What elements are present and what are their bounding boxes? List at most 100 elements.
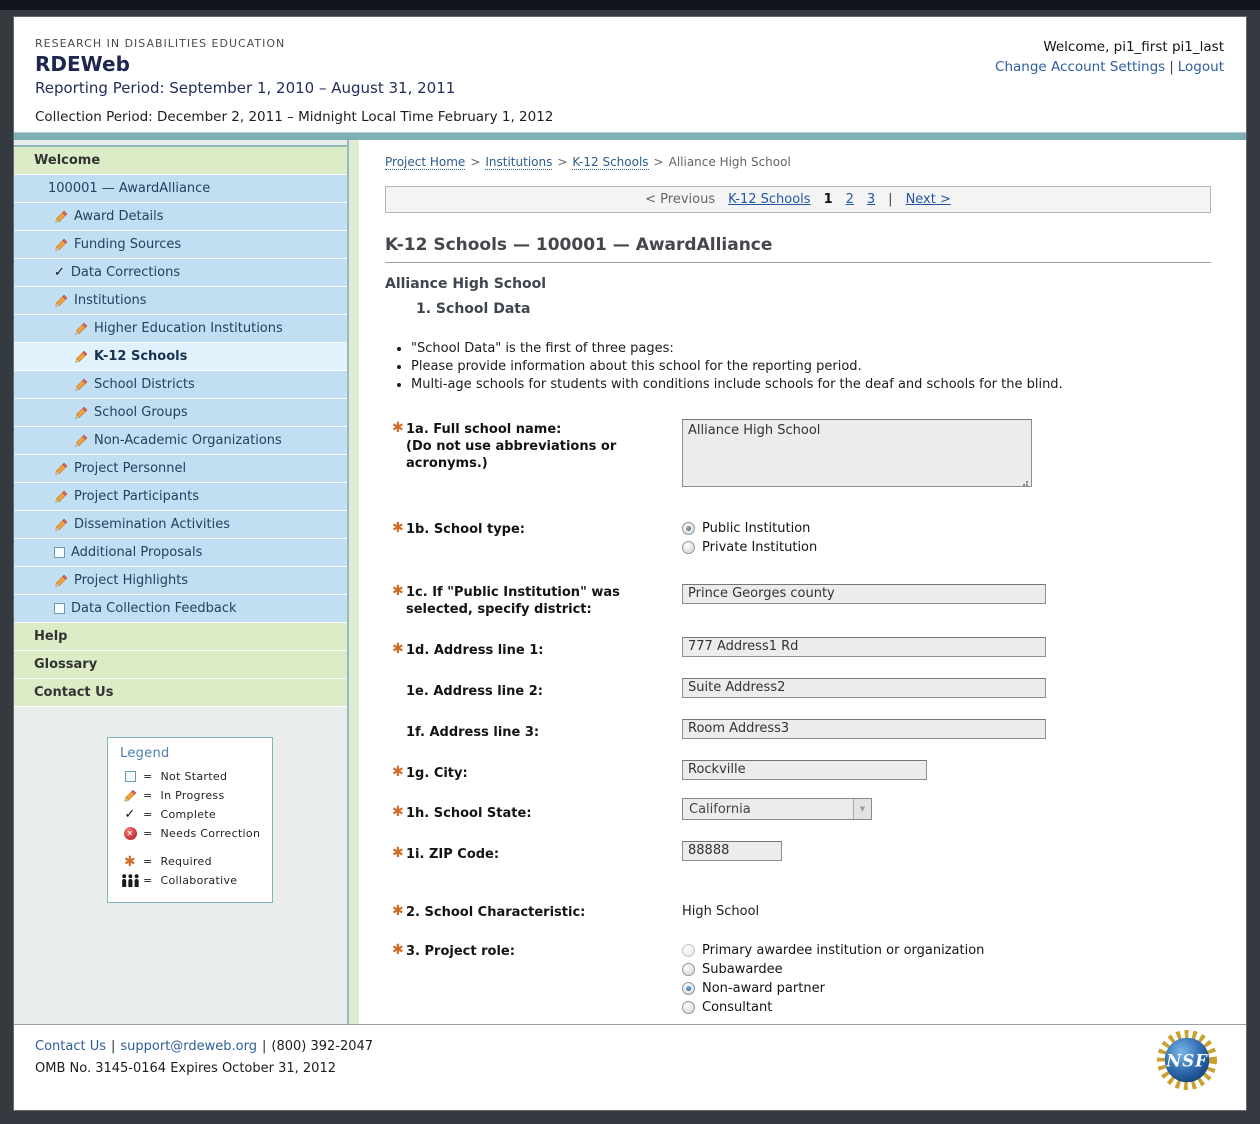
pencil-icon bbox=[54, 462, 68, 476]
breadcrumb-institutions-link[interactable]: Institutions bbox=[485, 155, 552, 170]
sidebar-item-project-personnel[interactable]: Project Personnel bbox=[14, 455, 347, 483]
not-started-square-icon bbox=[54, 603, 65, 614]
address-line-1-input[interactable] bbox=[682, 637, 1046, 657]
required-asterisk-icon: ✱ bbox=[392, 583, 404, 600]
sidebar-item-project-participants[interactable]: Project Participants bbox=[14, 483, 347, 511]
footer-email-link[interactable]: support@rdeweb.org bbox=[120, 1039, 257, 1054]
address-line-3-input[interactable] bbox=[682, 719, 1046, 739]
required-asterisk-icon: ✱ bbox=[120, 854, 140, 870]
sidebar-item-school-groups[interactable]: School Groups bbox=[14, 399, 347, 427]
reporting-period: Reporting Period: September 1, 2010 – Au… bbox=[35, 79, 553, 97]
pencil-icon bbox=[74, 378, 88, 392]
page-footer: Contact Us|support@rdeweb.org|(800) 392-… bbox=[14, 1024, 1246, 1110]
project-role-subawardee-radio[interactable]: Subawardee bbox=[682, 960, 1211, 979]
change-account-settings-link[interactable]: Change Account Settings bbox=[995, 59, 1165, 75]
footer-contact-us-link[interactable]: Contact Us bbox=[35, 1039, 106, 1054]
not-started-square-icon bbox=[120, 771, 140, 782]
sidebar-item-glossary[interactable]: Glossary bbox=[14, 651, 347, 679]
sidebar-item-award-alliance[interactable]: 100001 — AwardAlliance bbox=[14, 175, 347, 203]
instructions-list: "School Data" is the first of three page… bbox=[398, 341, 1211, 392]
sidebar-item-non-academic-organizations[interactable]: Non-Academic Organizations bbox=[14, 427, 347, 455]
breadcrumb-current: Alliance High School bbox=[669, 155, 791, 169]
field-label-1d: 1d. Address line 1: bbox=[406, 643, 543, 658]
sidebar-item-data-collection-feedback[interactable]: Data Collection Feedback bbox=[14, 595, 347, 623]
legend-title: Legend bbox=[120, 746, 272, 761]
sidebar-item-institutions[interactable]: Institutions bbox=[14, 287, 347, 315]
address-line-2-input[interactable] bbox=[682, 678, 1046, 698]
navigation-menu: Welcome 100001 — AwardAlliance Award Det… bbox=[14, 145, 347, 707]
legend-item-required: ✱=Required bbox=[120, 852, 272, 871]
pencil-icon bbox=[54, 238, 68, 252]
field-row-1g: ✱1g. City: bbox=[392, 758, 1211, 782]
app-title: RDEWeb bbox=[35, 52, 553, 76]
required-asterisk-icon: ✱ bbox=[392, 764, 404, 781]
nsf-logo: NSF bbox=[1156, 1029, 1218, 1091]
check-icon: ✓ bbox=[54, 266, 65, 279]
sidebar-item-contact-us[interactable]: Contact Us bbox=[14, 679, 347, 707]
field-label-1e: 1e. Address line 2: bbox=[406, 684, 543, 699]
instruction-item: "School Data" is the first of three page… bbox=[411, 341, 1211, 356]
instruction-item: Please provide information about this sc… bbox=[411, 359, 1211, 374]
pencil-icon bbox=[74, 434, 88, 448]
school-type-private-radio[interactable]: Private Institution bbox=[682, 538, 1211, 557]
required-asterisk-icon: ✱ bbox=[392, 942, 404, 959]
field-label-1a-note: (Do not use abbreviations or acronyms.) bbox=[406, 439, 616, 471]
page-number-2-link[interactable]: 2 bbox=[846, 192, 854, 207]
sidebar-item-funding-sources[interactable]: Funding Sources bbox=[14, 231, 347, 259]
sidebar-item-dissemination-activities[interactable]: Dissemination Activities bbox=[14, 511, 347, 539]
sidebar-item-award-details[interactable]: Award Details bbox=[14, 203, 347, 231]
legend-item-not-started: =Not Started bbox=[120, 767, 272, 786]
pencil-icon bbox=[120, 789, 140, 803]
field-row-1i: ✱1i. ZIP Code: bbox=[392, 839, 1211, 863]
field-label-1i: 1i. ZIP Code: bbox=[406, 847, 499, 862]
field-label-1g: 1g. City: bbox=[406, 766, 468, 781]
field-row-1a: ✱1a. Full school name:(Do not use abbrev… bbox=[392, 419, 1211, 491]
pencil-icon bbox=[54, 490, 68, 504]
school-type-public-radio[interactable]: Public Institution bbox=[682, 519, 1211, 538]
district-input[interactable] bbox=[682, 584, 1046, 604]
resize-grip-icon[interactable] bbox=[1026, 484, 1028, 486]
required-asterisk-icon: ✱ bbox=[392, 420, 404, 437]
required-asterisk-icon: ✱ bbox=[392, 903, 404, 920]
pencil-icon bbox=[74, 350, 88, 364]
breadcrumb-k12-schools-link[interactable]: K-12 Schools bbox=[572, 155, 648, 170]
zip-code-input[interactable] bbox=[682, 841, 782, 861]
field-row-2: ✱2. School Characteristic: High School bbox=[392, 902, 1211, 921]
state-select[interactable]: California ▼ bbox=[682, 798, 872, 820]
project-role-non-award-partner-radio[interactable]: Non-award partner bbox=[682, 979, 1211, 998]
school-data-form: ✱1a. Full school name:(Do not use abbrev… bbox=[385, 419, 1211, 1024]
sidebar-item-help[interactable]: Help bbox=[14, 623, 347, 651]
sidebar-item-project-highlights[interactable]: Project Highlights bbox=[14, 567, 347, 595]
full-school-name-textarea[interactable]: Alliance High School bbox=[682, 419, 1032, 487]
sidebar-item-higher-education-institutions[interactable]: Higher Education Institutions bbox=[14, 315, 347, 343]
state-select-value: California bbox=[683, 802, 751, 817]
omb-text: OMB No. 3145-0164 Expires October 31, 20… bbox=[35, 1061, 1246, 1076]
pagination-group-link[interactable]: K-12 Schools bbox=[728, 192, 810, 207]
project-role-primary-awardee-radio[interactable]: Primary awardee institution or organizat… bbox=[682, 941, 1211, 960]
field-label-2: 2. School Characteristic: bbox=[406, 905, 585, 920]
dropdown-arrow-icon: ▼ bbox=[853, 799, 871, 819]
page-container: RESEARCH IN DISABILITIES EDUCATION RDEWe… bbox=[13, 16, 1247, 1111]
previous-page-link: < Previous bbox=[645, 192, 715, 207]
next-page-link[interactable]: Next > bbox=[906, 192, 951, 207]
radio-icon bbox=[682, 982, 695, 995]
page-number-3-link[interactable]: 3 bbox=[867, 192, 875, 207]
radio-icon bbox=[682, 541, 695, 554]
sidebar-item-additional-proposals[interactable]: Additional Proposals bbox=[14, 539, 347, 567]
city-input[interactable] bbox=[682, 760, 927, 780]
pagination-bar: < Previous K-12 Schools 1 2 3 | Next > bbox=[385, 186, 1211, 213]
breadcrumb-project-home-link[interactable]: Project Home bbox=[385, 155, 465, 170]
needs-correction-icon: ✕ bbox=[120, 827, 140, 840]
sidebar-item-school-districts[interactable]: School Districts bbox=[14, 371, 347, 399]
field-label-1b: 1b. School type: bbox=[406, 522, 525, 537]
sidebar-item-welcome[interactable]: Welcome bbox=[14, 147, 347, 175]
breadcrumb: Project Home>Institutions>K-12 Schools>A… bbox=[385, 155, 1211, 169]
required-asterisk-icon: ✱ bbox=[392, 641, 404, 658]
collaborative-people-icon bbox=[120, 874, 140, 887]
sidebar-item-data-corrections[interactable]: ✓Data Corrections bbox=[14, 259, 347, 287]
project-role-consultant-radio[interactable]: Consultant bbox=[682, 998, 1211, 1017]
svg-text:NSF: NSF bbox=[1165, 1051, 1208, 1070]
logout-link[interactable]: Logout bbox=[1178, 59, 1224, 75]
field-row-1b: ✱1b. School type: Public Institution Pri… bbox=[392, 519, 1211, 557]
sidebar-item-k12-schools[interactable]: K-12 Schools bbox=[14, 343, 347, 371]
